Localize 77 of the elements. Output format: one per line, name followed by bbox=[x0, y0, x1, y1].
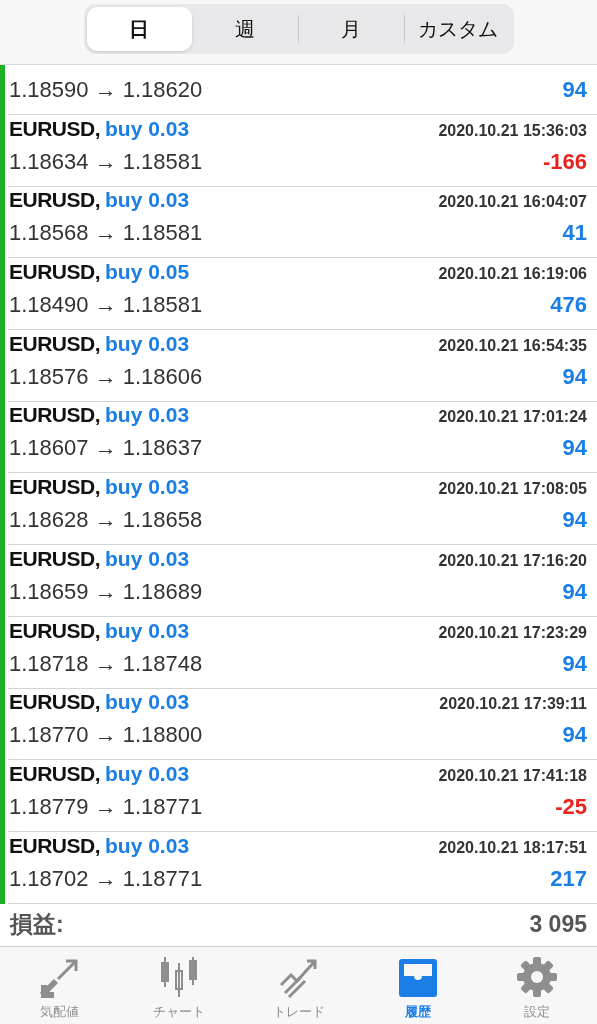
profit-value: -166 bbox=[542, 148, 587, 175]
symbol-label: EURUSD, bbox=[9, 546, 100, 571]
profit-value: 476 bbox=[550, 292, 587, 319]
trade-time: 2020.10.21 16:54:35 bbox=[438, 336, 587, 355]
symbol-label: EURUSD, bbox=[9, 331, 100, 356]
price-range: 1.18702 → 1.18771 bbox=[9, 865, 203, 892]
price-range: 1.18568 → 1.18581 bbox=[9, 220, 203, 247]
trade-row[interactable]: EURUSD, buy 0.03 2020.10.21 18:17:51 1.18702 → 1.18771 217 bbox=[0, 831, 597, 904]
period-tab[interactable]: カスタム bbox=[405, 7, 511, 51]
period-tab[interactable]: 日 bbox=[86, 7, 192, 51]
profit-value: 217 bbox=[550, 865, 587, 892]
order-side: buy 0.03 bbox=[105, 188, 190, 213]
symbol-label: EURUSD, bbox=[9, 188, 100, 213]
symbol-label: EURUSD, bbox=[9, 116, 100, 141]
trade-row[interactable]: EURUSD, buy 0.03 2020.10.21 15:36:03 1.18634 → 1.18581 -166 bbox=[0, 115, 597, 187]
profit-value: 94 bbox=[562, 435, 587, 462]
profit-value: 94 bbox=[562, 650, 587, 677]
profit-value: 94 bbox=[562, 363, 587, 390]
trade-row[interactable]: EURUSD, buy 0.03 2020.10.21 16:54:35 1.18576 → 1.18606 94 bbox=[0, 330, 597, 402]
price-range: 1.18628 → 1.18658 bbox=[9, 507, 203, 534]
period-tab[interactable]: 週 bbox=[192, 7, 298, 51]
trade-row[interactable]: EURUSD, buy 0.05 2020.10.21 16:19:06 1.18490 → 1.18581 476 bbox=[0, 258, 597, 331]
symbol-label: EURUSD, bbox=[9, 833, 100, 858]
order-side: buy 0.03 bbox=[105, 403, 190, 428]
price-range: 1.18490 → 1.18581 bbox=[9, 292, 203, 319]
trade-time: 2020.10.21 17:16:20 bbox=[438, 551, 587, 570]
trade-time: 2020.10.21 18:17:51 bbox=[438, 838, 587, 857]
settings-icon bbox=[515, 954, 560, 999]
profit-value: 94 bbox=[562, 722, 587, 749]
trade-row[interactable]: EURUSD, buy 0.03 2020.10.21 17:01:24 1.18607 → 1.18637 94 bbox=[0, 401, 597, 474]
order-side: buy 0.03 bbox=[105, 618, 190, 643]
trade-time: 2020.10.21 17:41:18 bbox=[438, 766, 587, 785]
order-side: buy 0.03 bbox=[105, 116, 190, 141]
order-side: buy 0.05 bbox=[105, 260, 190, 285]
period-tab[interactable]: 月 bbox=[298, 7, 404, 51]
trade-time: 2020.10.21 16:04:07 bbox=[438, 193, 587, 212]
profit-value: 94 bbox=[562, 507, 587, 534]
profit-value: -25 bbox=[555, 793, 587, 820]
trade-row[interactable]: EURUSD, buy 0.03 2020.10.21 16:04:07 1.18568 → 1.18581 41 bbox=[0, 186, 597, 259]
trade-row[interactable]: EURUSD, buy 0.03 2020.10.21 17:23:29 1.18718 → 1.18748 94 bbox=[0, 616, 597, 689]
trade-row[interactable]: EURUSD, buy 0.03 2020.10.21 17:08:05 1.18628 → 1.18658 94 bbox=[0, 473, 597, 546]
tab-bar-item[interactable]: 履歴 bbox=[358, 946, 478, 1024]
summary-label: 損益: bbox=[10, 910, 64, 940]
order-side: buy 0.03 bbox=[105, 331, 190, 356]
trade-time: 2020.10.21 17:08:05 bbox=[438, 480, 587, 499]
summary-value: 3 095 bbox=[529, 911, 587, 939]
order-side: buy 0.03 bbox=[105, 546, 190, 571]
trade-row[interactable]: EURUSD, buy 0.03 2020.10.21 17:41:18 1.18779 → 1.18771 -25 bbox=[0, 760, 597, 832]
order-side: buy 0.03 bbox=[105, 833, 190, 858]
symbol-label: EURUSD, bbox=[9, 260, 100, 285]
profit-value: 94 bbox=[562, 578, 587, 605]
trade-time: 2020.10.21 17:39:11 bbox=[439, 695, 587, 714]
price-range: 1.18659 → 1.18689 bbox=[9, 578, 203, 605]
price-range: 1.18576 → 1.18606 bbox=[9, 363, 203, 390]
price-range: 1.18779 → 1.18771 bbox=[9, 793, 203, 820]
order-side: buy 0.03 bbox=[105, 690, 190, 715]
symbol-label: EURUSD, bbox=[9, 475, 100, 500]
symbol-label: EURUSD, bbox=[9, 403, 100, 428]
price-range: 1.18770 → 1.18800 bbox=[9, 722, 203, 749]
price-range: 1.18718 → 1.18748 bbox=[9, 650, 203, 677]
price-range: 1.18634 → 1.18581 bbox=[9, 148, 203, 175]
symbol-label: EURUSD, bbox=[9, 618, 100, 643]
trade-time: 2020.10.21 16:19:06 bbox=[438, 265, 587, 284]
trade-row[interactable]: EURUSD, buy 0.03 2020.10.21 17:16:20 1.18659 → 1.18689 94 bbox=[0, 545, 597, 617]
price-range: 1.18590 → 1.18620 bbox=[9, 77, 203, 103]
symbol-label: EURUSD, bbox=[9, 690, 100, 715]
price-range: 1.18607 → 1.18637 bbox=[9, 435, 203, 462]
profit-value: 41 bbox=[562, 220, 587, 247]
trade-row[interactable]: 1.18590 → 1.18620 94 bbox=[0, 65, 597, 115]
symbol-label: EURUSD, bbox=[9, 761, 100, 786]
trade-time: 2020.10.21 15:36:03 bbox=[438, 121, 587, 140]
trade-row[interactable]: EURUSD, buy 0.03 2020.10.21 17:39:11 1.18770 → 1.18800 94 bbox=[0, 688, 597, 761]
order-side: buy 0.03 bbox=[105, 761, 190, 786]
order-side: buy 0.03 bbox=[105, 475, 190, 500]
profit-value: 94 bbox=[562, 77, 587, 103]
trade-time: 2020.10.21 17:23:29 bbox=[438, 623, 587, 642]
trade-time: 2020.10.21 17:01:24 bbox=[438, 408, 587, 427]
